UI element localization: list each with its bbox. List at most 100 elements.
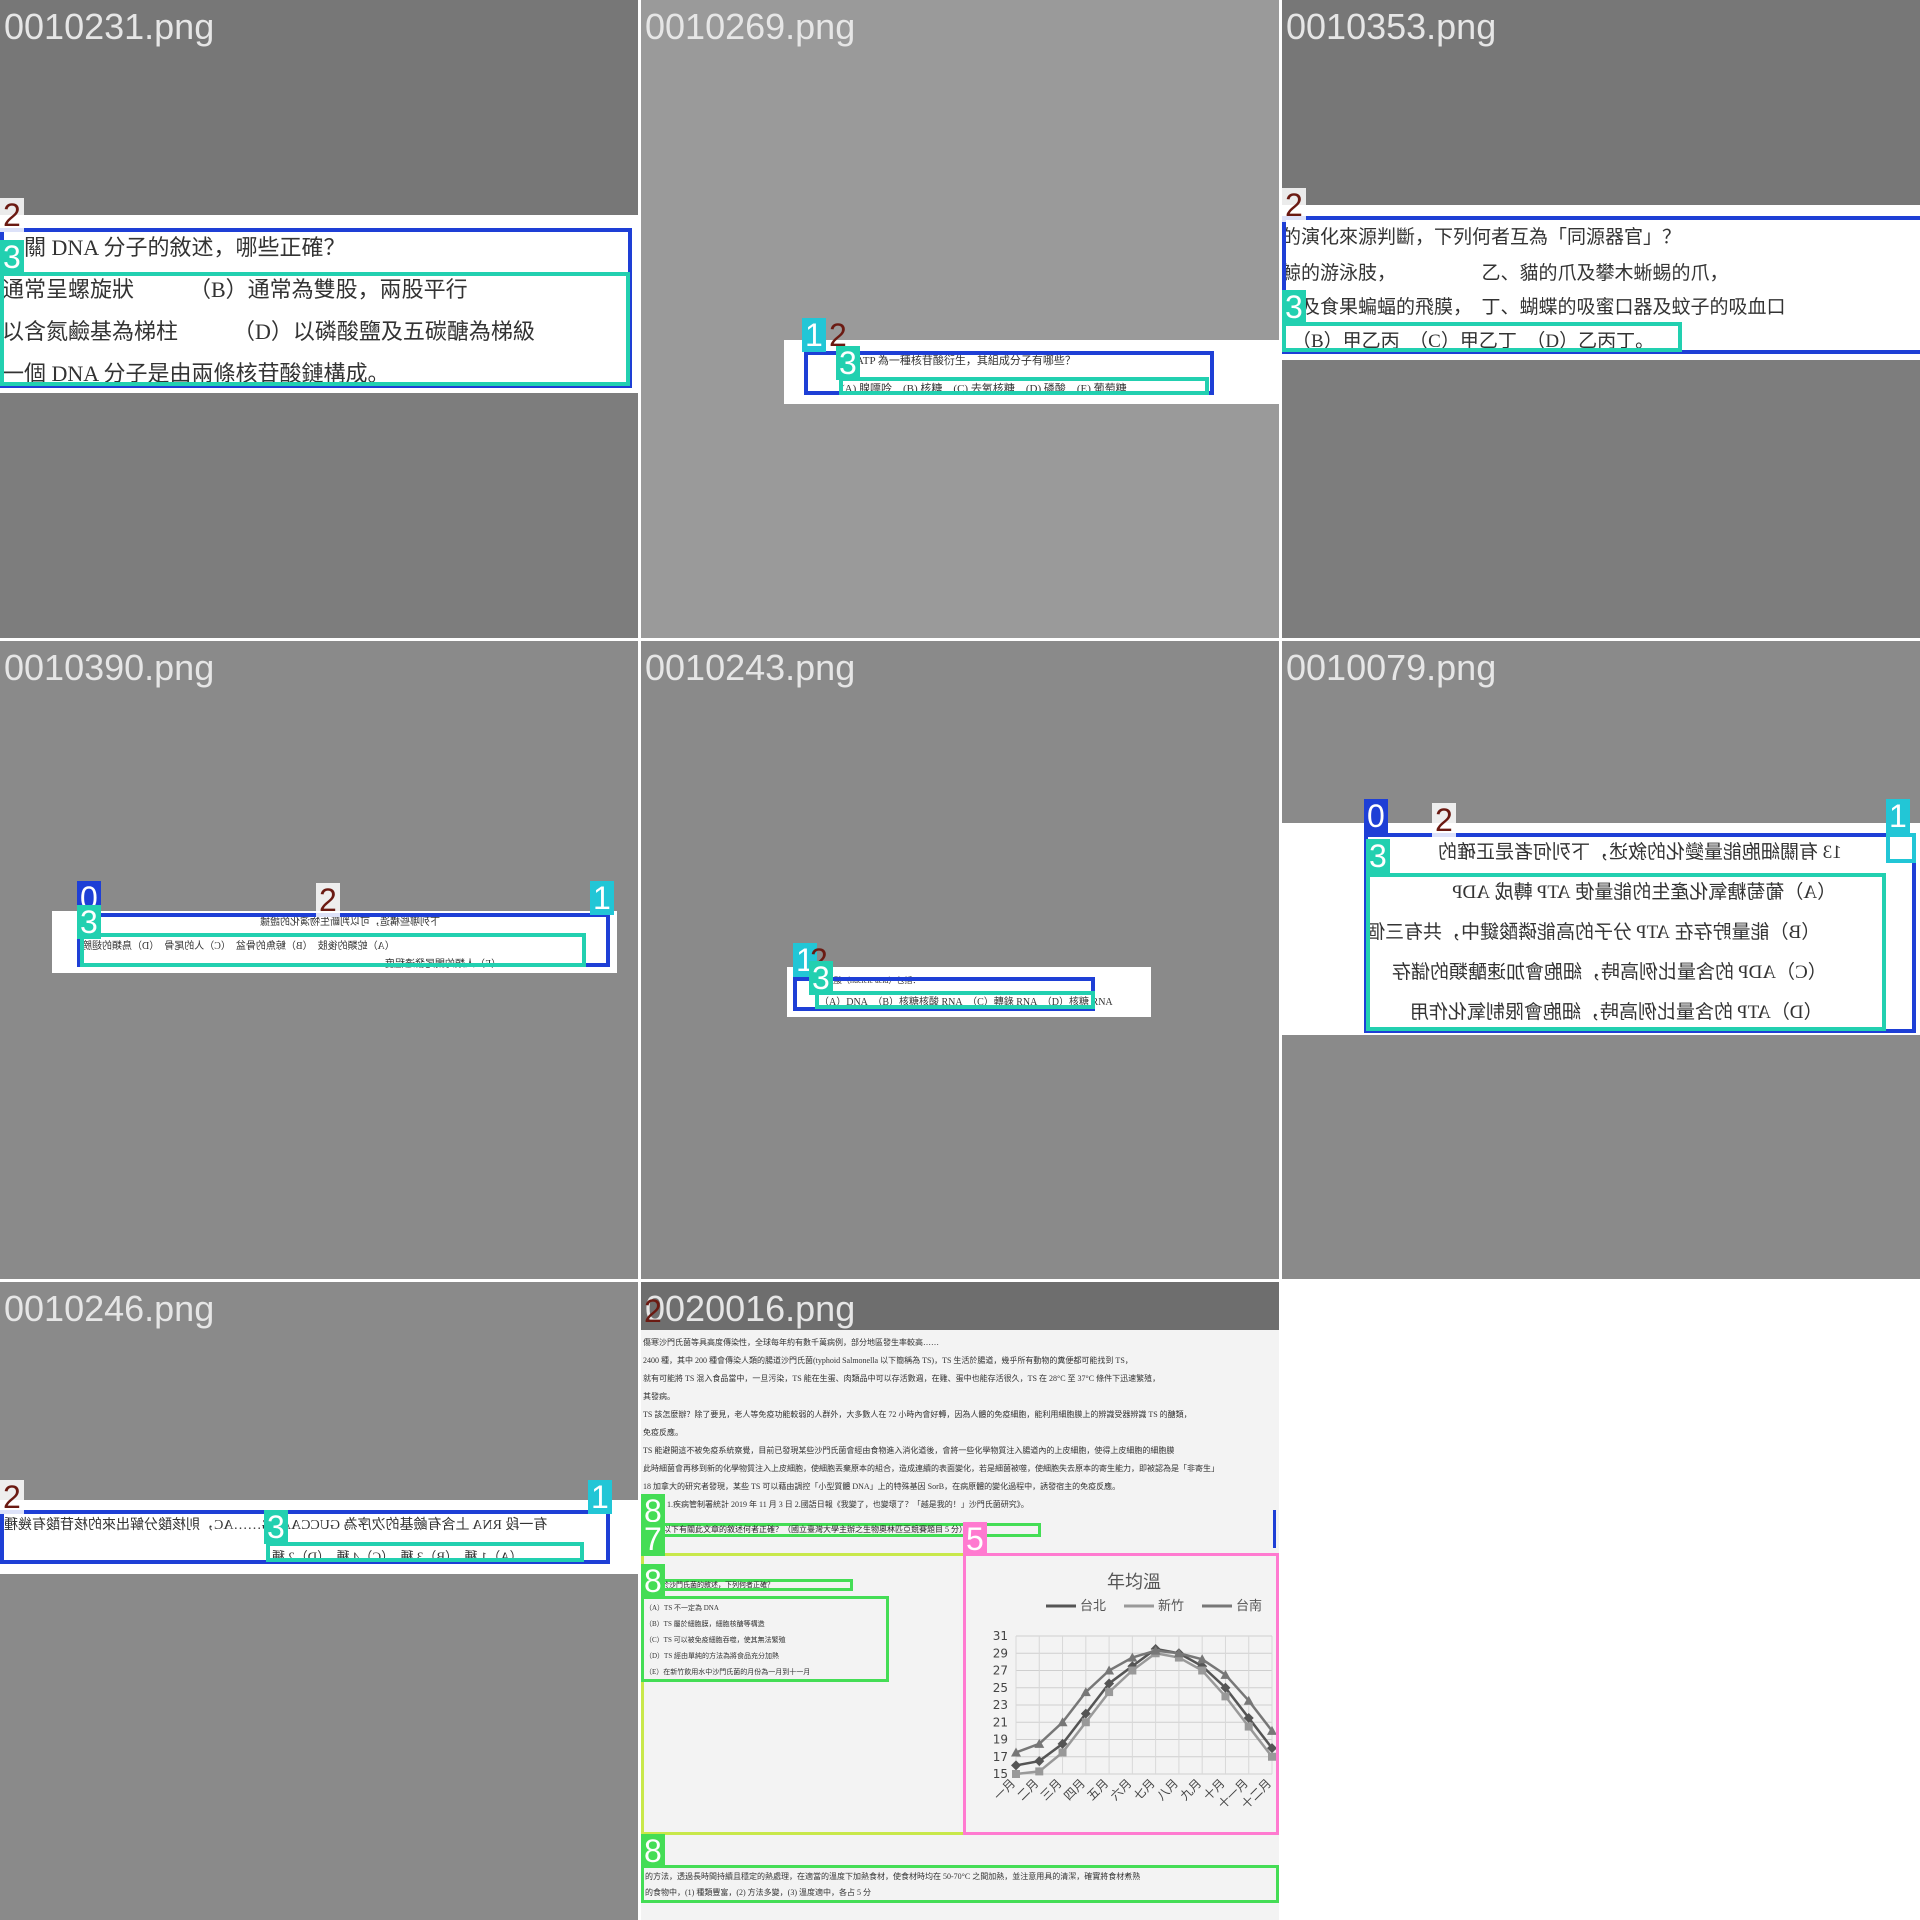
article-line: 此時細菌會再移到新的化學物質注入上皮細胞，使細胞丟棄原本的組合，造成連續的表面變… [643, 1464, 1219, 1473]
x-tick-label: 二月 [1015, 1776, 1042, 1803]
tile-0010353: 0010353.png 的演化來源判斷，下列何者互為「同源器官」？ 鯨的游泳肢，… [1282, 0, 1920, 638]
article-line: 18 加拿大的研究者發現，某些 TS 可以藉由調控「小型質體 DNA」上的特殊基… [643, 1482, 1121, 1491]
region-tag: 2 [644, 1293, 662, 1329]
region-box [815, 991, 1095, 1009]
article-line: 就有可能將 TS 混入食品當中，一旦污染，TS 能在生蛋、肉類品中可以存活數週，… [643, 1374, 1161, 1383]
region-box [80, 933, 586, 967]
data-point [1035, 1767, 1044, 1776]
legend-label: 台南 [1236, 1598, 1262, 1614]
region-tag: 3 [264, 1510, 288, 1544]
region-box [839, 377, 1209, 395]
option-line: （A）TS 不一定為 DNA [645, 1604, 719, 1612]
x-tick-label: 八月 [1154, 1776, 1181, 1803]
tile-0010390: 0010390.png 下列哪些構造，可以判斷生物演化的證據 （A）蛇類的後肢 … [0, 641, 638, 1279]
y-tick-label: 27 [993, 1664, 1008, 1678]
region-tag: 3 [77, 905, 101, 939]
tile-filename: 0010243.png [645, 647, 856, 688]
region-tag: 2 [1282, 188, 1306, 222]
list-title: 關於沙門氏菌的敘述，下列何者正確？ [655, 1581, 774, 1589]
region-tag: 2 [316, 883, 340, 917]
y-tick-label: 23 [993, 1698, 1008, 1712]
option-line: （D）TS 經由單純的方法為將食品充分加熱 [645, 1652, 779, 1660]
question-line: 乙、以下有關此文章的敘述何者正確？（國立臺灣大學主辦之生物奧林匹亞競賽題目 5 … [647, 1525, 967, 1534]
tile-0010079: 0010079.png 13 有關細胞能量變化的敘述，下列何者是正確的 （A）葡… [1282, 641, 1920, 1279]
y-tick-label: 29 [993, 1646, 1008, 1660]
region-tag: 5 [963, 1522, 987, 1556]
data-point [1268, 1752, 1276, 1761]
article-line: 免疫反應。 [643, 1428, 683, 1437]
region-box [1366, 873, 1886, 1031]
data-point [1081, 1718, 1090, 1727]
region-tag: 2 [0, 1480, 24, 1514]
tile-filename: 0010231.png [4, 6, 215, 47]
y-tick-label: 25 [993, 1681, 1008, 1695]
tile-filename: 0020016.png [645, 1288, 856, 1329]
article-line: 傷寒沙門氏菌等具高度傳染性，全球每年約有數千萬病例，部分地區發生率較高…… [643, 1338, 939, 1347]
region-tag: 8 [641, 1564, 665, 1598]
region-tag: 7 [641, 1522, 665, 1556]
region-tag: 2 [0, 198, 24, 232]
region-tag: 3 [0, 240, 24, 274]
region-box [266, 1542, 584, 1562]
article-line: TS 該怎麼辦？除了要見，老人等免疫功能較弱的人群外，大多數人在 72 小時內會… [643, 1410, 1192, 1419]
x-tick-label: 九月 [1177, 1776, 1204, 1803]
legend-label: 台北 [1080, 1599, 1106, 1614]
region-tag: 2 [1432, 803, 1456, 837]
y-tick-label: 17 [993, 1750, 1008, 1764]
region-tag: 1 [588, 1480, 612, 1514]
region-tag: 3 [1366, 839, 1390, 873]
x-tick-label: 五月 [1084, 1776, 1111, 1803]
answer-line: 的方法，透過長時間持續且穩定的熱處理，在適當的溫度下加熱食材，使食材時均在 50… [645, 1872, 1141, 1881]
option-line: （E）在新竹飲用水中沙門氏菌的月份為一月到十一月 [645, 1668, 811, 1676]
tile-0020016: 0020016.png 傷寒沙門氏菌等具高度傳染性，全球每年約有數千萬病例，部分… [641, 1282, 1279, 1920]
region-box [1886, 833, 1916, 863]
legend-label: 新竹 [1158, 1598, 1184, 1614]
answer-text: 的方法，透過長時間持續且穩定的熱處理，在適當的溫度下加熱食材，使食材時均在 50… [645, 1869, 1275, 1901]
data-point [1221, 1692, 1230, 1701]
x-tick-label: 六月 [1108, 1776, 1135, 1803]
region-tag: 3 [836, 346, 860, 380]
tile-0010231: 0010231.png 關 DNA 分子的敘述，哪些正確？ 通常呈螺旋狀 （B）… [0, 0, 638, 638]
tile-0010243: 0010243.png 核酸（nucleic acid）包括： （A）DNA （… [641, 641, 1279, 1279]
chart-title: 年均溫 [1107, 1572, 1161, 1593]
tile-0010246: 0010246.png 有一段 RNA 上含有鹼基的次序為 GUCCAACG……… [0, 1282, 638, 1920]
temperature-chart: 年均溫 台北 新竹 台南 151719212325272931一月二月三月四月五月六… [991, 1572, 1276, 1812]
article-line: 其發病。 [643, 1392, 675, 1401]
y-tick-label: 31 [993, 1629, 1008, 1643]
chart-legend: 台北 新竹 台南 [1046, 1598, 1262, 1614]
x-tick-label: 七月 [1131, 1776, 1158, 1803]
data-point [1011, 1760, 1021, 1771]
tile-filename: 0010353.png [1286, 6, 1497, 47]
article-line: TS 能避開這不被免疫系統察覺，目前已發現某些沙門氏菌會經由食物進入消化道後，會… [643, 1446, 1175, 1455]
option-line: （B）TS 屬於細胞膜，細胞核醣等構造 [645, 1620, 765, 1628]
article-text: 傷寒沙門氏菌等具高度傳染性，全球每年約有數千萬病例，部分地區發生率較高…… 240… [643, 1334, 1277, 1514]
region-box [0, 272, 630, 386]
region-box [1273, 1510, 1279, 1548]
region-tag: 3 [809, 961, 833, 995]
data-point [1058, 1748, 1067, 1757]
option-line: （C）TS 可以被免疫細胞吞噬，使其無法繁殖 [645, 1636, 786, 1644]
tile-filename: 0010079.png [1286, 647, 1497, 688]
series-line-新竹 [1015, 1651, 1273, 1776]
tile-filename: 0010390.png [4, 647, 215, 688]
x-tick-label: 四月 [1061, 1776, 1088, 1803]
region-tag: 0 [1364, 799, 1388, 833]
data-point [1244, 1722, 1253, 1731]
data-point [1012, 1770, 1020, 1778]
option-list: （A）TS 不一定為 DNA （B）TS 屬於細胞膜，細胞核醣等構造 （C）TS 可… [645, 1600, 885, 1680]
tile-filename: 0010269.png [645, 6, 856, 47]
x-tick-label: 三月 [1038, 1776, 1065, 1803]
data-point [1198, 1666, 1207, 1675]
series-line-台南 [1015, 1649, 1273, 1754]
region-tag: 1 [802, 318, 826, 352]
chart-series [1011, 1643, 1276, 1778]
region-tag: 3 [1282, 290, 1306, 324]
y-tick-label: 19 [993, 1733, 1008, 1747]
region-box [1282, 322, 1682, 352]
region-tag: 8 [641, 1834, 665, 1868]
tile-0010269: 0010269.png ATP 為一種核苷酸衍生，其組成分子有哪些？ (A) 腺… [641, 0, 1279, 638]
y-tick-label: 21 [993, 1715, 1008, 1729]
article-line: 2400 種，其中 200 種會傳染人類的腸道沙門氏菌(typhoid Salm… [643, 1356, 1133, 1365]
data-point [1128, 1666, 1137, 1675]
article-line: 資料：1.疾病管制署統計 2019 年 11 月 3 日 2.國語日報《我變了，… [643, 1500, 1029, 1509]
